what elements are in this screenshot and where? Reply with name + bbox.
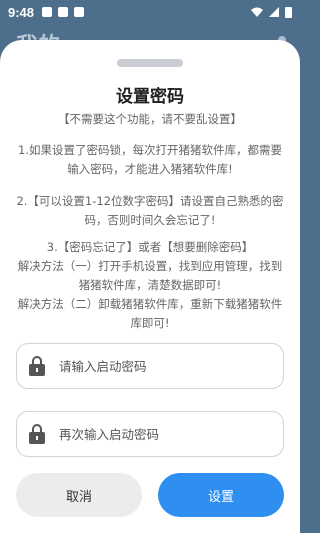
signal-icon bbox=[269, 7, 279, 17]
status-time: 9:48 bbox=[8, 4, 35, 20]
solution-1: 解决方法（一）打开手机设置，找到应用管理，找到猪猪软件库，清楚数据即可! bbox=[17, 259, 283, 292]
set-button[interactable]: 设置 bbox=[158, 473, 284, 517]
drag-handle[interactable] bbox=[117, 59, 183, 67]
lock-icon bbox=[29, 356, 45, 376]
notification-icons bbox=[42, 7, 85, 17]
wifi-icon bbox=[251, 7, 263, 17]
instruction-1: 1.如果设置了密码锁，每次打开猪猪软件库，都需要输入密码，才能进入猪猪软件库! bbox=[18, 143, 282, 176]
settings-icon bbox=[42, 7, 53, 17]
password-field[interactable] bbox=[16, 343, 284, 389]
app-icon bbox=[74, 7, 85, 17]
password-dialog: 设置密码 【不需要这个功能，请不要乱设置】 1.如果设置了密码锁，每次打开猪猪软… bbox=[0, 40, 300, 533]
instruction-3: 3.【密码忘记了】或者【想要删除密码】 解决方法（一）打开手机设置，找到应用管理… bbox=[16, 238, 284, 333]
notice-text: 【不需要这个功能，请不要乱设置】 bbox=[58, 112, 242, 126]
battery-icon bbox=[285, 7, 292, 18]
password-input[interactable] bbox=[57, 357, 261, 375]
dialog-title: 设置密码 bbox=[116, 87, 184, 107]
cancel-button[interactable]: 取消 bbox=[16, 473, 142, 517]
instruction-2: 2.【可以设置1-12位数字密码】请设置自己熟悉的密码，否则时间久会忘记了! bbox=[16, 194, 284, 227]
solution-2: 解决方法（二）卸载猪猪软件库，重新下载猪猪软件库即可! bbox=[17, 297, 283, 330]
lock-icon bbox=[29, 424, 45, 444]
system-icons bbox=[251, 6, 292, 18]
image-icon bbox=[58, 7, 69, 17]
confirm-password-field[interactable] bbox=[16, 411, 284, 457]
status-bar: 9:48 bbox=[0, 0, 300, 24]
instruction-3-title: 3.【密码忘记了】或者【想要删除密码】 bbox=[46, 240, 254, 254]
confirm-password-input[interactable] bbox=[57, 425, 261, 443]
